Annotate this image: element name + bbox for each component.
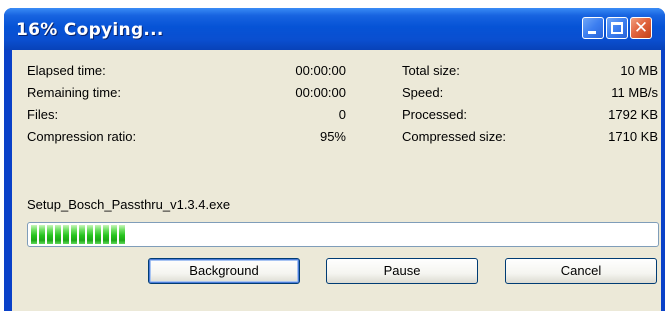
processed-label: Processed:: [402, 107, 468, 122]
total-size-value: 10 MB: [620, 63, 658, 78]
close-button[interactable]: ✕: [630, 17, 652, 39]
compressed-size-value: 1710 KB: [608, 129, 658, 144]
progress-segment: [119, 225, 125, 244]
progress-bar: [27, 222, 659, 247]
remaining-time-value: 00:00:00: [295, 85, 346, 100]
cancel-button[interactable]: Cancel: [505, 258, 657, 284]
progress-segment: [79, 225, 85, 244]
elapsed-time-label: Elapsed time:: [27, 63, 106, 78]
window-title: 16% Copying...: [16, 20, 164, 40]
progress-fill: [31, 225, 655, 244]
progress-segment: [87, 225, 93, 244]
background-button[interactable]: Background: [148, 258, 300, 284]
progress-segment: [71, 225, 77, 244]
progress-segment: [31, 225, 37, 244]
close-icon: ✕: [633, 18, 649, 38]
compression-ratio-value: 95%: [319, 129, 346, 144]
compression-ratio-label: Compression ratio:: [27, 129, 137, 144]
files-label: Files:: [27, 107, 59, 122]
dialog-body: Elapsed time: 00:00:00 Remaining time: 0…: [12, 50, 661, 311]
remaining-time-label: Remaining time:: [27, 85, 121, 100]
progress-segment: [55, 225, 61, 244]
speed-label: Speed:: [402, 85, 444, 100]
pause-button[interactable]: Pause: [326, 258, 478, 284]
processed-value: 1792 KB: [608, 107, 658, 122]
compressed-size-label: Compressed size:: [402, 129, 507, 144]
current-file-name: Setup_Bosch_Passthru_v1.3.4.exe: [27, 197, 231, 212]
progress-segment: [63, 225, 69, 244]
files-value: 0: [338, 107, 346, 122]
progress-segment: [103, 225, 109, 244]
minimize-icon: [588, 31, 596, 34]
progress-segment: [95, 225, 101, 244]
minimize-button[interactable]: [582, 17, 604, 39]
progress-segment: [39, 225, 45, 244]
maximize-icon: [611, 22, 623, 34]
progress-segment: [47, 225, 53, 244]
copy-progress-window: 16% Copying... ✕ Elapsed time: 00:00:00 …: [4, 8, 665, 311]
title-bar[interactable]: 16% Copying... ✕: [4, 8, 665, 50]
progress-segment: [111, 225, 117, 244]
speed-value: 11 MB/s: [611, 85, 658, 100]
total-size-label: Total size:: [402, 63, 460, 78]
elapsed-time-value: 00:00:00: [295, 63, 346, 78]
maximize-button[interactable]: [606, 17, 628, 39]
